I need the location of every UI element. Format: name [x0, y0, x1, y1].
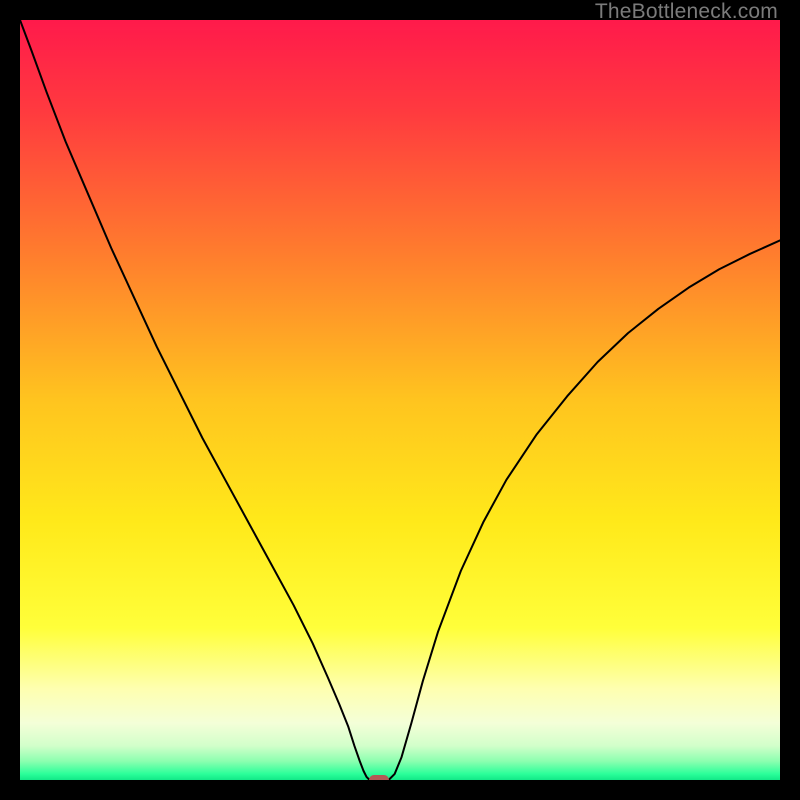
optimal-point-marker: [369, 775, 389, 780]
plot-area: [20, 20, 780, 780]
bottleneck-curve: [20, 20, 780, 780]
watermark-text: TheBottleneck.com: [595, 0, 778, 24]
chart-frame: TheBottleneck.com: [0, 0, 800, 800]
